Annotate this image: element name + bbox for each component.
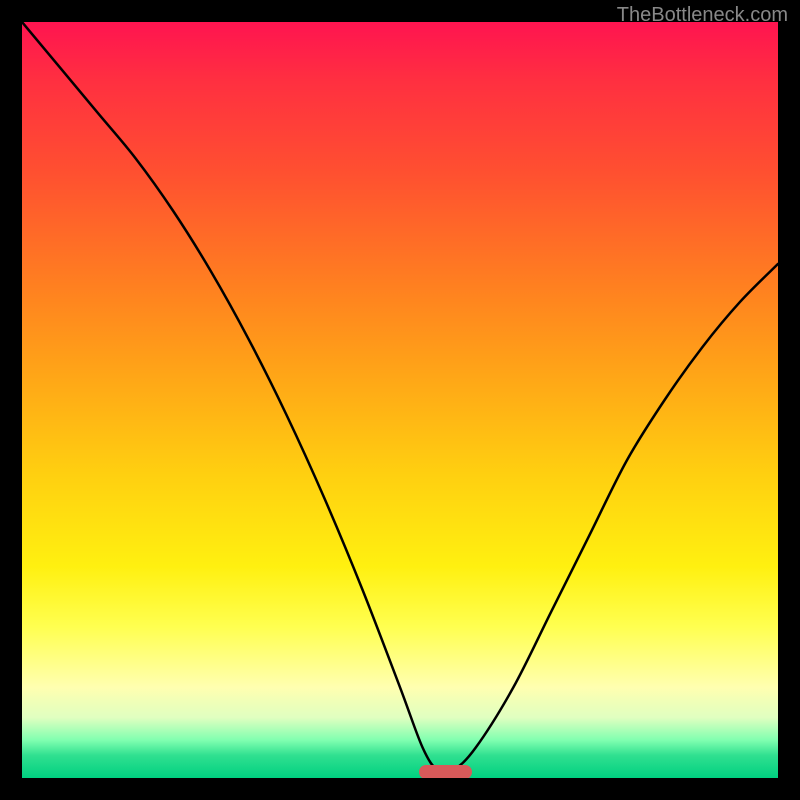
bottleneck-curve-line: [22, 22, 778, 773]
chart-plot-area: [22, 22, 778, 778]
optimal-range-marker: [419, 765, 472, 778]
attribution-label: TheBottleneck.com: [617, 4, 788, 27]
chart-curve-svg: [22, 22, 778, 778]
